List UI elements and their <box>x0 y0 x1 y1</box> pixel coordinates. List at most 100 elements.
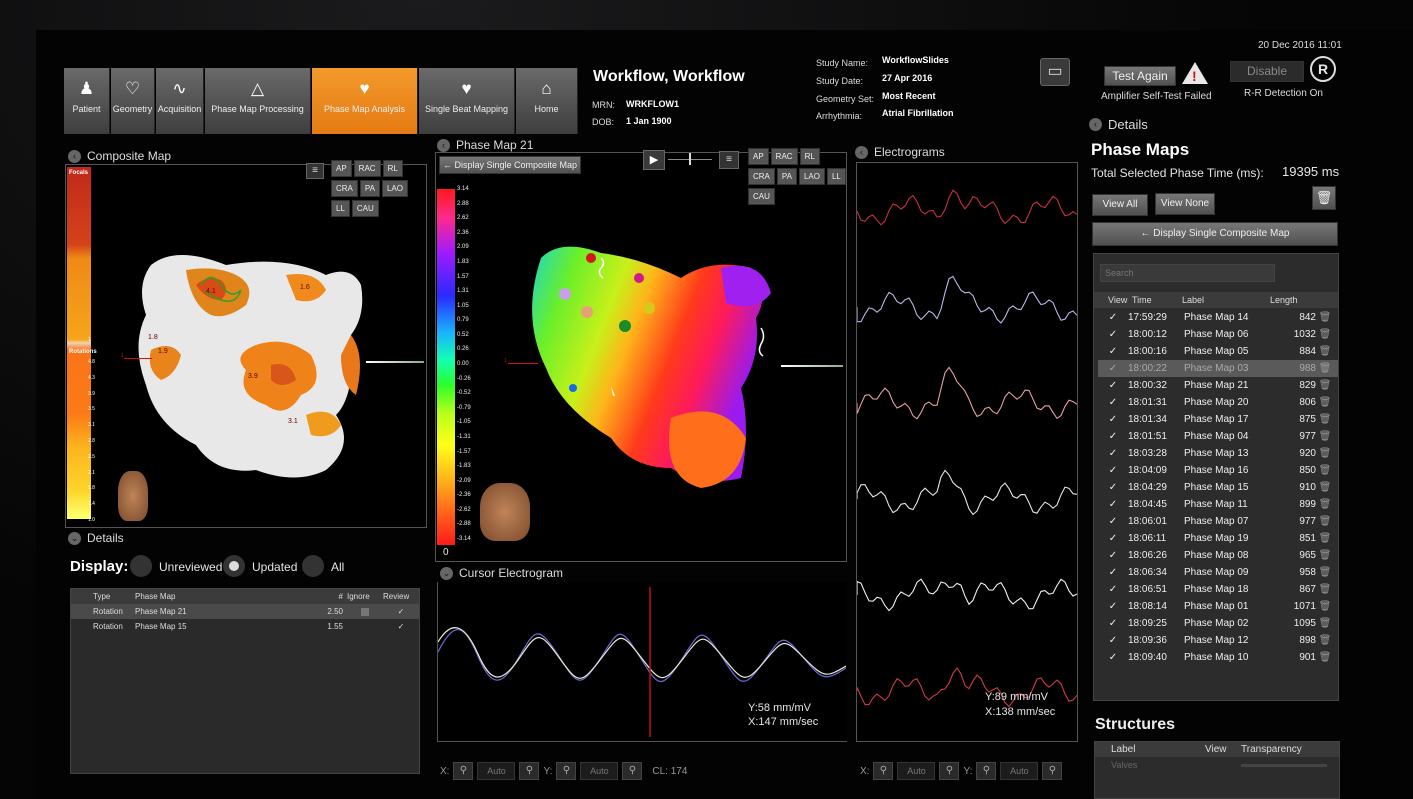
view-checkbox[interactable]: ✓ <box>1098 513 1128 530</box>
tab-acquisition[interactable]: ∿ Acquisition <box>156 68 204 134</box>
ignore-checkbox[interactable] <box>347 604 383 619</box>
view-checkbox[interactable]: ✓ <box>1098 462 1128 479</box>
review-checkbox[interactable]: ✓ <box>383 619 419 634</box>
clipboard-icon[interactable]: ▭ <box>1040 58 1070 86</box>
collapse-icon[interactable]: ‹ <box>68 149 81 163</box>
phase-map-row[interactable]: ✓ 18:06:01 Phase Map 07 977 🗑 <box>1098 513 1338 530</box>
phase-map-row[interactable]: ✓ 18:06:26 Phase Map 08 965 🗑 <box>1098 547 1338 564</box>
view-checkbox[interactable]: ✓ <box>1098 445 1128 462</box>
view-checkbox[interactable]: ✓ <box>1098 649 1128 666</box>
view-checkbox[interactable]: ✓ <box>1098 581 1128 598</box>
view-button-ap[interactable]: AP <box>331 160 352 177</box>
view-checkbox[interactable]: ✓ <box>1098 496 1128 513</box>
trash-icon[interactable]: 🗑 <box>1316 581 1334 598</box>
view-button-rl[interactable]: RL <box>382 160 403 177</box>
view-button-pa[interactable]: PA <box>776 168 797 185</box>
trash-icon[interactable]: 🗑 <box>1316 479 1334 496</box>
electrograms-plot[interactable]: Y:89 mm/mV X:138 mm/sec <box>856 162 1078 742</box>
phase-map-row[interactable]: ✓ 18:06:51 Phase Map 18 867 🗑 <box>1098 581 1338 598</box>
zoom-in-y-icon[interactable]: ⚲ <box>1042 762 1063 780</box>
view-button-cau[interactable]: CAU <box>351 200 379 217</box>
list-icon[interactable]: ≡ <box>306 163 324 179</box>
radio-all[interactable] <box>302 555 324 577</box>
trash-icon[interactable]: 🗑 <box>1316 394 1334 411</box>
phase-map-row[interactable]: ✓ 18:09:40 Phase Map 10 901 🗑 <box>1098 649 1338 666</box>
zoom-out-x-icon[interactable]: ⚲ <box>453 762 474 780</box>
trash-icon[interactable]: 🗑 <box>1316 547 1334 564</box>
trash-icon[interactable]: 🗑 <box>1316 343 1334 360</box>
phase-map-view[interactable]: ← Display Single Composite Map 3.14 2.88 2… <box>435 152 847 562</box>
trash-icon[interactable]: 🗑 <box>1316 445 1334 462</box>
collapse-icon[interactable]: ‹ <box>855 145 868 159</box>
phase-map-row[interactable]: ✓ 18:08:14 Phase Map 01 1071 🗑 <box>1098 598 1338 615</box>
view-button-rl[interactable]: RL <box>799 148 820 165</box>
display-single-composite-map-button[interactable]: ← Display Single Composite Map <box>1092 222 1338 246</box>
display-single-composite-button[interactable]: ← Display Single Composite Map <box>439 156 581 174</box>
view-checkbox[interactable]: ✓ <box>1098 377 1128 394</box>
playback-slider-handle[interactable] <box>689 153 691 165</box>
trash-icon[interactable]: 🗑 <box>1316 615 1334 632</box>
tab-geometry[interactable]: ♡ Geometry <box>111 68 155 134</box>
trash-icon[interactable]: 🗑 <box>1316 377 1334 394</box>
phase-map-row[interactable]: ✓ 18:00:12 Phase Map 06 1032 🗑 <box>1098 326 1338 343</box>
tab-single-beat-mapping[interactable]: ♥ Single Beat Mapping <box>419 68 515 134</box>
zoom-out-x-icon[interactable]: ⚲ <box>873 762 894 780</box>
phase-map-row[interactable]: ✓ 18:03:28 Phase Map 13 920 🗑 <box>1098 445 1338 462</box>
tab-home[interactable]: ⌂ Home <box>516 68 578 134</box>
cursor-egm-plot[interactable]: Y:58 mm/mV X:147 mm/sec <box>437 582 847 742</box>
trash-icon[interactable]: 🗑 <box>1316 326 1334 343</box>
view-button-ll[interactable]: LL <box>331 200 350 217</box>
phase-map-row[interactable]: ✓ 18:09:25 Phase Map 02 1095 🗑 <box>1098 615 1338 632</box>
view-button-cau[interactable]: CAU <box>748 188 775 205</box>
rr-detection-icon[interactable]: R <box>1310 56 1336 82</box>
view-checkbox[interactable]: ✓ <box>1098 598 1128 615</box>
collapse-icon[interactable]: ⌄ <box>440 566 453 580</box>
radio-unreviewed[interactable] <box>130 555 152 577</box>
auto-x-button[interactable]: Auto <box>897 762 936 780</box>
phase-map-row[interactable]: ✓ 18:01:31 Phase Map 20 806 🗑 <box>1098 394 1338 411</box>
zoom-in-x-icon[interactable]: ⚲ <box>939 762 960 780</box>
trash-icon[interactable]: 🗑 <box>1316 513 1334 530</box>
test-again-button[interactable]: Test Again <box>1104 66 1176 86</box>
details-table-row[interactable]: Rotation Phase Map 15 1.55 ✓ <box>71 619 419 634</box>
trash-icon[interactable]: 🗑 <box>1316 530 1334 547</box>
view-checkbox[interactable]: ✓ <box>1098 411 1128 428</box>
view-button-ll[interactable]: LL <box>826 168 846 185</box>
view-none-button[interactable]: View None <box>1155 193 1215 215</box>
view-button-cra[interactable]: CRA <box>748 168 775 185</box>
trash-icon[interactable]: 🗑 <box>1316 632 1334 649</box>
play-button[interactable]: ▶ <box>643 150 665 170</box>
trash-icon[interactable]: 🗑 <box>1316 309 1334 326</box>
phase-map-row[interactable]: ✓ 18:00:22 Phase Map 03 988 🗑 <box>1098 360 1338 377</box>
view-checkbox[interactable]: ✓ <box>1098 564 1128 581</box>
phase-map-row[interactable]: ✓ 18:01:51 Phase Map 04 977 🗑 <box>1098 428 1338 445</box>
view-checkbox[interactable]: ✓ <box>1098 309 1128 326</box>
phase-map-row[interactable]: ✓ 18:09:36 Phase Map 12 898 🗑 <box>1098 632 1338 649</box>
view-button-pa[interactable]: PA <box>359 180 380 197</box>
phase-map-row[interactable]: ✓ 18:00:16 Phase Map 05 884 🗑 <box>1098 343 1338 360</box>
tab-phase-map-analysis[interactable]: ♥ Phase Map Analysis <box>312 68 418 134</box>
composite-heart-model[interactable]: 4.1 1.6 1.8 1.9 3.9 3.1 <box>126 245 426 485</box>
view-checkbox[interactable]: ✓ <box>1098 326 1128 343</box>
trash-icon[interactable]: 🗑 <box>1316 496 1334 513</box>
view-checkbox[interactable]: ✓ <box>1098 530 1128 547</box>
ignore-checkbox[interactable] <box>347 619 383 634</box>
trash-icon[interactable]: 🗑 <box>1316 428 1334 445</box>
phase-map-row[interactable]: ✓ 18:04:29 Phase Map 15 910 🗑 <box>1098 479 1338 496</box>
transparency-slider[interactable] <box>1241 757 1331 773</box>
search-input[interactable] <box>1100 264 1275 282</box>
view-button-cra[interactable]: CRA <box>331 180 358 197</box>
view-checkbox[interactable]: ✓ <box>1098 479 1128 496</box>
phase-map-row[interactable]: ✓ 18:01:34 Phase Map 17 875 🗑 <box>1098 411 1338 428</box>
trash-icon[interactable]: 🗑 <box>1316 462 1334 479</box>
phase-map-row[interactable]: ✓ 18:00:32 Phase Map 21 829 🗑 <box>1098 377 1338 394</box>
phase-map-row[interactable]: ✓ 17:59:29 Phase Map 14 842 🗑 <box>1098 309 1338 326</box>
view-checkbox[interactable]: ✓ <box>1098 394 1128 411</box>
list-icon[interactable]: ≡ <box>719 151 739 169</box>
tab-patient[interactable]: ♟ Patient <box>64 68 110 134</box>
view-button-rac[interactable]: RAC <box>770 148 798 165</box>
trash-icon[interactable]: 🗑 <box>1316 649 1334 666</box>
trash-icon[interactable]: 🗑 <box>1316 598 1334 615</box>
composite-map-view[interactable]: Focals Rotations 1 4.8 4.3 3.9 3.5 3.1 2.8 2.5… <box>65 164 427 528</box>
review-checkbox[interactable]: ✓ <box>383 604 419 619</box>
